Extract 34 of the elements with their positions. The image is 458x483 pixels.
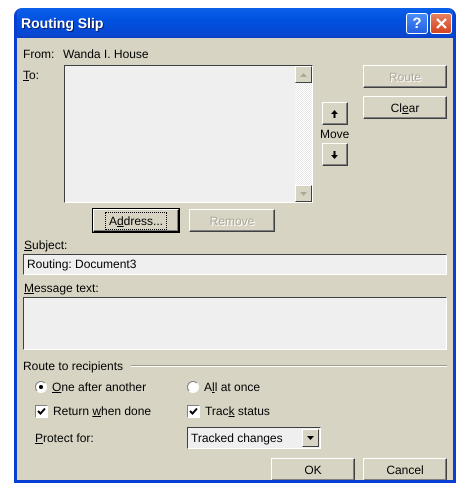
close-button[interactable] xyxy=(430,12,452,34)
list-button[interactable]: Address... xyxy=(93,209,179,232)
sender-name: Wanda I. House xyxy=(63,47,149,61)
checkbox-option[interactable]: Track status xyxy=(187,404,447,418)
window-title: Routing Slip xyxy=(21,15,104,31)
radio-option[interactable]: All at once xyxy=(187,380,447,394)
side-button[interactable]: Clear xyxy=(363,96,447,119)
footer-button[interactable]: OK xyxy=(271,458,355,480)
radio-button[interactable] xyxy=(35,381,47,393)
scroll-up-icon xyxy=(300,72,307,76)
footer-button[interactable]: Cancel xyxy=(363,458,447,480)
move-up-button[interactable] xyxy=(322,102,348,125)
close-icon xyxy=(436,18,446,28)
subject-label: Subject: xyxy=(24,238,68,252)
group-title: Route to recipients xyxy=(23,359,124,373)
protect-dropdown[interactable]: Tracked changes xyxy=(187,427,321,449)
checkbox[interactable] xyxy=(187,404,200,418)
radio-option[interactable]: One after another xyxy=(35,380,187,394)
down-arrow-icon xyxy=(331,150,338,158)
from-label: From: xyxy=(23,47,56,61)
checkbox[interactable] xyxy=(35,404,48,418)
message-field[interactable] xyxy=(23,297,447,350)
help-button[interactable]: ? xyxy=(406,12,428,34)
move-label: Move xyxy=(320,127,350,141)
scroll-down-icon xyxy=(300,192,307,196)
dropdown-arrow-icon xyxy=(307,436,314,440)
to-label: To: xyxy=(23,68,40,82)
move-down-button[interactable] xyxy=(322,143,348,166)
checkbox-option[interactable]: Return when done xyxy=(35,404,187,418)
message-label: Message text: xyxy=(24,281,100,295)
subject-field[interactable]: Routing: Document3 xyxy=(23,254,447,275)
radio-button[interactable] xyxy=(187,381,199,393)
protect-label: Protect for: xyxy=(35,431,95,445)
up-arrow-icon xyxy=(331,110,338,118)
